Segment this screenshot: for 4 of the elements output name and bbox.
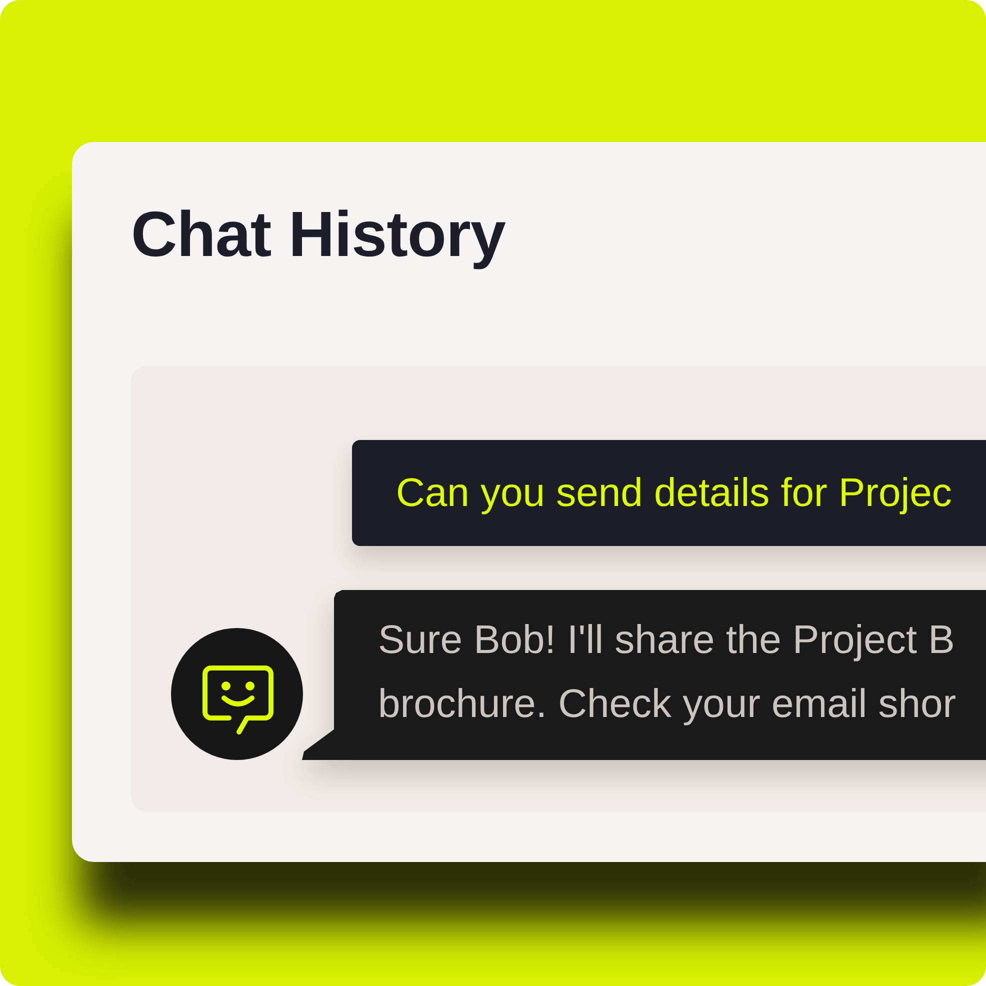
smiling-chat-icon — [171, 628, 303, 760]
bot-message-text: Sure Bob! I'll share the Project B brochure. Check your email shor — [378, 617, 956, 728]
card-title: Chat History — [131, 198, 506, 270]
user-message-text: Can you send details for Projec — [396, 470, 952, 517]
